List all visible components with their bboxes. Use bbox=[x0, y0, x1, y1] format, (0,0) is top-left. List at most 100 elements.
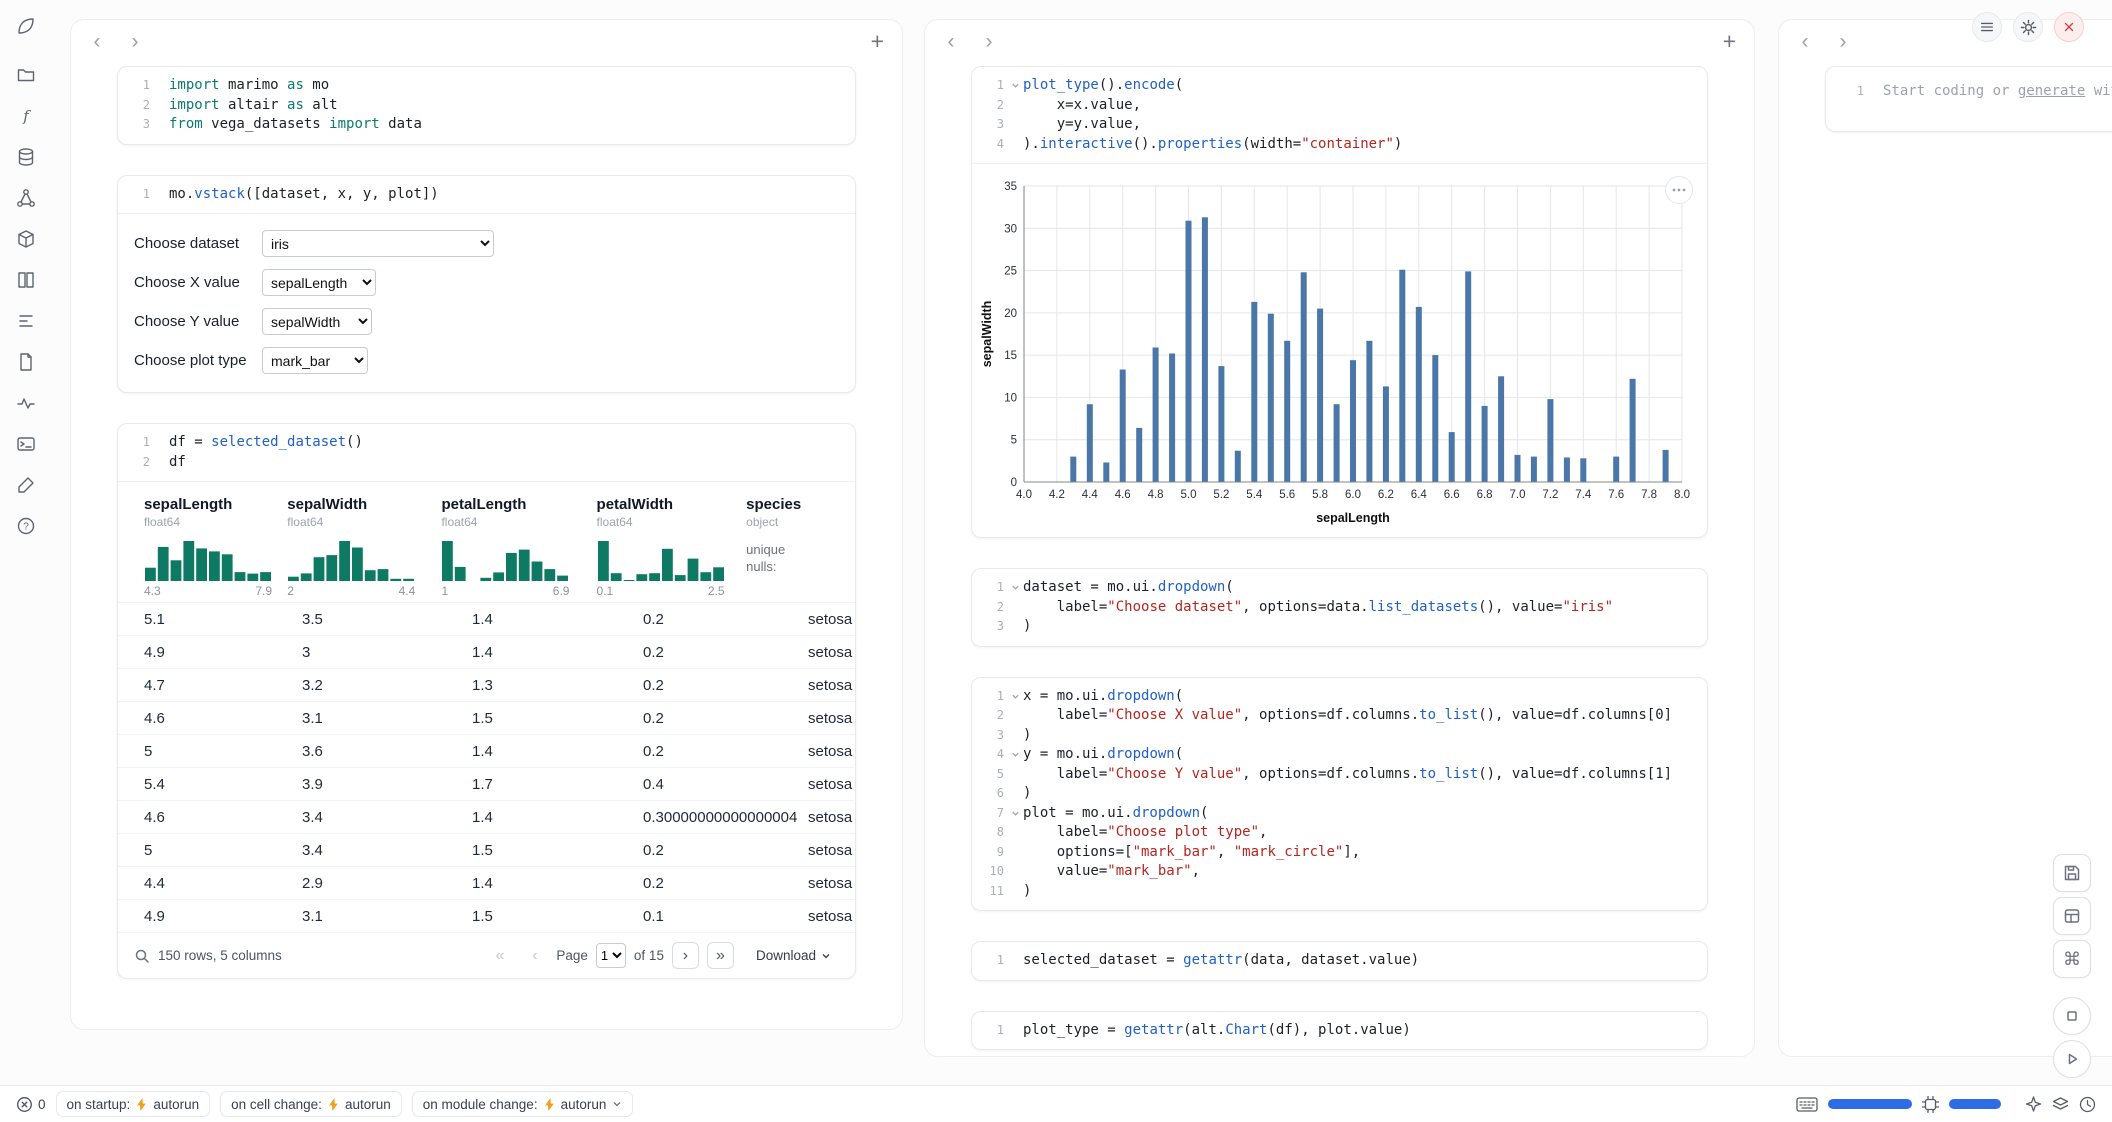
column-histogram[interactable]: 24.4 bbox=[287, 539, 441, 598]
fold-chevron-icon[interactable] bbox=[1008, 578, 1023, 598]
save-button[interactable] bbox=[2053, 854, 2091, 892]
chevron-left-icon[interactable]: ‹ bbox=[939, 30, 963, 54]
column-header[interactable]: speciesobject bbox=[746, 496, 855, 529]
sidebar-item-document[interactable] bbox=[13, 350, 39, 376]
column-histogram[interactable]: 4.37.9 bbox=[144, 539, 287, 598]
chart-actions-button[interactable] bbox=[1665, 176, 1693, 204]
sidebar-item-terminal[interactable] bbox=[13, 432, 39, 458]
table-row: 4.63.41.40.30000000000000004setosa bbox=[118, 800, 855, 833]
svg-text:5.6: 5.6 bbox=[1279, 489, 1295, 501]
next-page-button[interactable]: › bbox=[672, 942, 699, 969]
menu-button[interactable] bbox=[1972, 12, 2002, 42]
module-change-autorun-chip[interactable]: on module change: autorun bbox=[412, 1091, 634, 1117]
table-cell: 0.2 bbox=[643, 710, 808, 727]
interrupt-button[interactable] bbox=[2053, 997, 2091, 1035]
column-header[interactable]: sepalLengthfloat64 bbox=[144, 496, 287, 529]
code-editor[interactable]: 1x = mo.ui.dropdown(2 label="Choose X va… bbox=[972, 678, 1707, 911]
dataset-select[interactable]: iris bbox=[262, 230, 494, 257]
settings-button[interactable] bbox=[2013, 12, 2043, 42]
table-cell: 5 bbox=[144, 842, 302, 859]
run-all-button[interactable] bbox=[2053, 1040, 2091, 1078]
layers-button[interactable] bbox=[2052, 1096, 2069, 1113]
column-header[interactable]: sepalWidthfloat64 bbox=[287, 496, 441, 529]
altair-bar-chart[interactable]: 4.04.24.44.64.85.05.25.45.65.86.06.26.46… bbox=[980, 176, 1703, 533]
sidebar-item-help[interactable]: ? bbox=[13, 514, 39, 540]
code-editor[interactable]: 1dataset = mo.ui.dropdown(2 label="Choos… bbox=[972, 569, 1707, 646]
column-histogram[interactable]: 0.12.5 bbox=[597, 539, 747, 598]
table-row: 4.42.91.40.2setosa bbox=[118, 866, 855, 899]
files-icon bbox=[16, 65, 36, 88]
download-button[interactable]: Download bbox=[756, 948, 831, 963]
plot-type-select[interactable]: mark_bar bbox=[262, 347, 368, 374]
sidebar-item-snippets[interactable] bbox=[13, 309, 39, 335]
panel-layout-button[interactable] bbox=[2053, 897, 2091, 935]
code-editor[interactable]: 1plot_type().encode(2 x=x.value,3 y=y.va… bbox=[972, 67, 1707, 163]
column-histogram[interactable]: 16.9 bbox=[441, 539, 596, 598]
sidebar-item-database[interactable] bbox=[13, 145, 39, 171]
column-header[interactable]: petalWidthfloat64 bbox=[597, 496, 747, 529]
code-cell-plot-type: 1plot_type = getattr(alt.Chart(df), plot… bbox=[971, 1011, 1708, 1051]
first-page-button[interactable]: « bbox=[486, 942, 513, 969]
bolt-icon bbox=[328, 1098, 339, 1111]
search-icon[interactable] bbox=[134, 948, 150, 964]
line-number: 3 bbox=[124, 115, 154, 135]
fold-chevron-icon bbox=[154, 185, 169, 205]
line-number: 11 bbox=[978, 882, 1008, 902]
sidebar-item-functions[interactable]: f bbox=[13, 104, 39, 130]
database-icon bbox=[16, 147, 36, 170]
code-line: 3) bbox=[978, 726, 1695, 746]
sidebar-item-packages[interactable] bbox=[13, 227, 39, 253]
table-cell: 4.4 bbox=[144, 875, 302, 892]
sidebar-item-files[interactable] bbox=[13, 63, 39, 89]
sidebar-item-marimo-logo[interactable] bbox=[13, 14, 39, 40]
sidebar-item-dependency-graph[interactable] bbox=[13, 186, 39, 212]
cpu-chip-button[interactable] bbox=[1922, 1096, 1939, 1113]
generate-link[interactable]: generate bbox=[2018, 83, 2085, 99]
code-editor[interactable]: 1plot_type = getattr(alt.Chart(df), plot… bbox=[972, 1012, 1707, 1050]
code-editor[interactable]: 1 Start coding or generate with AI bbox=[1826, 67, 2112, 131]
sidebar-item-documentation[interactable] bbox=[13, 268, 39, 294]
resource-meter-2[interactable] bbox=[1949, 1099, 2001, 1109]
cell-change-autorun-chip[interactable]: on cell change: autorun bbox=[220, 1091, 402, 1117]
chevron-right-icon[interactable]: › bbox=[123, 30, 147, 54]
chevron-left-icon[interactable]: ‹ bbox=[85, 30, 109, 54]
x-value-select[interactable]: sepalLength bbox=[262, 269, 376, 296]
column-header[interactable]: petalLengthfloat64 bbox=[441, 496, 596, 529]
fold-chevron-icon[interactable] bbox=[1008, 76, 1023, 96]
code-editor[interactable]: 1selected_dataset = getattr(data, datase… bbox=[972, 942, 1707, 980]
chevron-right-icon[interactable]: › bbox=[1831, 30, 1855, 54]
ai-assist-button[interactable] bbox=[2025, 1096, 2042, 1113]
fold-chevron-icon[interactable] bbox=[1008, 804, 1023, 824]
y-value-select[interactable]: sepalWidth bbox=[262, 308, 372, 335]
table-cell: 1.4 bbox=[472, 611, 643, 628]
resource-meter-1[interactable] bbox=[1828, 1099, 1912, 1109]
chevron-left-icon[interactable]: ‹ bbox=[1793, 30, 1817, 54]
error-indicator[interactable]: 0 bbox=[16, 1096, 46, 1113]
sidebar-item-scratchpad[interactable] bbox=[13, 473, 39, 499]
code-cell-vstack: 1mo.vstack([dataset, x, y, plot]) Choose… bbox=[117, 175, 856, 394]
fold-chevron-icon[interactable] bbox=[1008, 745, 1023, 765]
code-editor[interactable]: 1mo.vstack([dataset, x, y, plot]) bbox=[118, 176, 855, 214]
gear-icon bbox=[2020, 19, 2037, 36]
line-number: 7 bbox=[978, 804, 1008, 824]
command-palette-button[interactable]: ⌘ bbox=[2053, 940, 2091, 978]
fold-chevron-icon[interactable] bbox=[1008, 687, 1023, 707]
code-editor[interactable]: 1df = selected_dataset()2df bbox=[118, 424, 855, 481]
add-cell-button[interactable]: + bbox=[871, 28, 884, 55]
prev-page-button[interactable]: ‹ bbox=[521, 942, 548, 969]
document-icon bbox=[16, 352, 36, 375]
close-button[interactable] bbox=[2054, 12, 2084, 42]
keyboard-button[interactable] bbox=[1796, 1097, 1818, 1112]
sidebar-item-activity[interactable] bbox=[13, 391, 39, 417]
page-select[interactable]: 1 bbox=[596, 943, 626, 968]
chevron-right-icon[interactable]: › bbox=[977, 30, 1001, 54]
last-page-button[interactable]: » bbox=[707, 942, 734, 969]
add-cell-button[interactable]: + bbox=[1723, 28, 1736, 55]
code-editor[interactable]: 1import marimo as mo2import altair as al… bbox=[118, 67, 855, 144]
table-cell: setosa bbox=[808, 743, 855, 760]
code-line: 2 label="Choose X value", options=df.col… bbox=[978, 706, 1695, 726]
recent-runs-button[interactable] bbox=[2079, 1096, 2096, 1113]
svg-text:4.8: 4.8 bbox=[1148, 489, 1164, 501]
startup-autorun-chip[interactable]: on startup: autorun bbox=[56, 1091, 211, 1117]
svg-text:5.8: 5.8 bbox=[1312, 489, 1328, 501]
